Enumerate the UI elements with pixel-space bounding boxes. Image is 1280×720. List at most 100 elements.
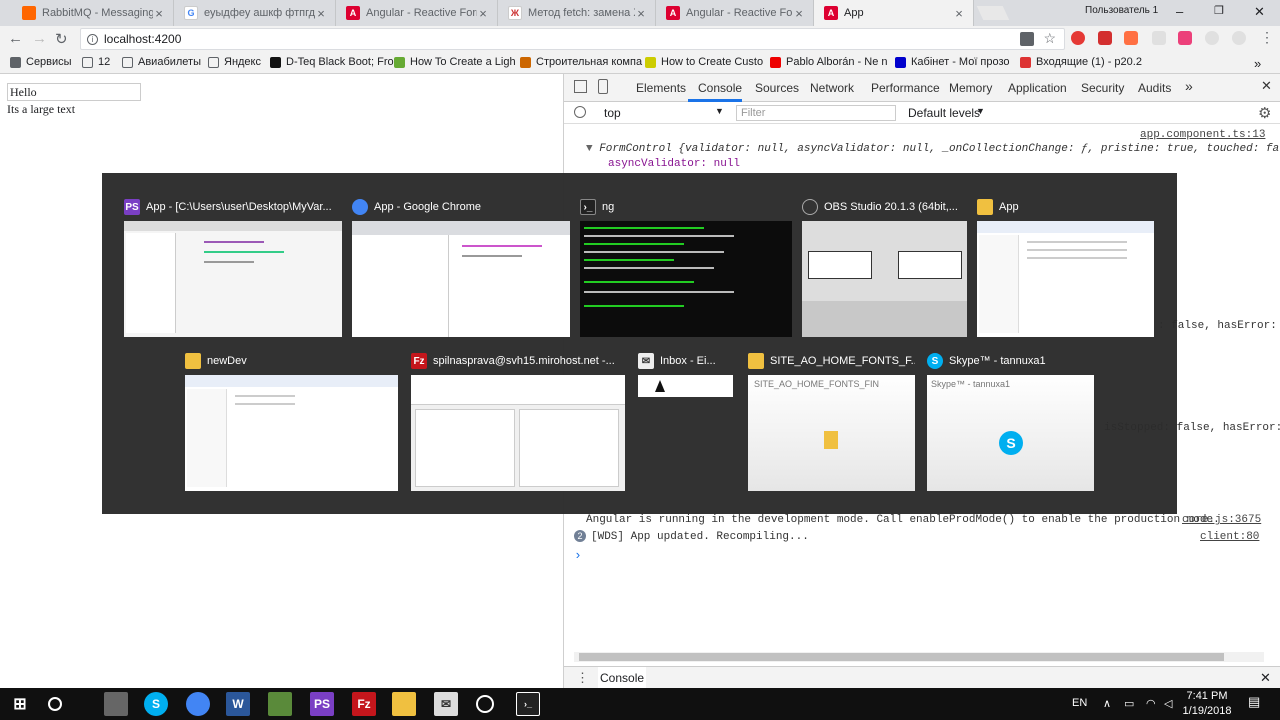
bookmark-item[interactable]: Сервисы [10,56,72,68]
tab-google-search[interactable]: G еуыдфеу ашкф фтпгдфк× [174,0,336,26]
tab-console[interactable]: Console [698,81,742,95]
windows-start-icon[interactable]: ⊞ [8,692,32,716]
profile-name[interactable]: Пользователь 1 [1085,5,1158,16]
bookmark-item[interactable]: Входящие (1) - p20.2 [1020,56,1142,68]
bookmark-item[interactable]: Строительная компа [520,56,642,68]
device-toggle-icon[interactable] [598,79,608,94]
console-prompt-icon[interactable]: › [574,548,582,563]
tab-application[interactable]: Application [1008,81,1067,95]
close-tab-icon[interactable]: × [153,6,165,21]
tab-angular-forms-1[interactable]: A Angular - Reactive Forms× [336,0,498,26]
battery-icon[interactable]: ▭ [1124,697,1134,710]
switcher-window-filezilla[interactable]: Fz spilnasprava@svh15.mirohost.net -... [411,351,625,491]
ext-icon[interactable] [1178,31,1192,45]
close-devtools-icon[interactable]: ✕ [1261,78,1272,94]
filezilla-taskbar-icon[interactable]: Fz [352,692,376,716]
obs-taskbar-icon[interactable] [476,695,494,713]
close-drawer-icon[interactable]: ✕ [1260,670,1271,686]
back-icon[interactable]: ← [8,30,23,47]
wifi-icon[interactable]: ◠ [1146,697,1156,710]
calculator-icon[interactable] [104,692,128,716]
tab-audits[interactable]: Audits [1138,81,1171,95]
reload-icon[interactable]: ↻ [55,30,68,48]
switcher-window-folder-newdev[interactable]: newDev [185,351,398,491]
translate-icon[interactable] [1020,32,1034,46]
switcher-window-chrome[interactable]: App - Google Chrome [352,197,570,337]
tab-fetch[interactable]: Ж Метод fetch: замена XM× [498,0,656,26]
phpstorm-taskbar-icon[interactable]: PS [310,692,334,716]
action-center-icon[interactable]: ▤ [1248,694,1260,710]
bookmark-item[interactable]: 12 [82,56,110,68]
ext-icon[interactable] [1124,31,1138,45]
bookmark-item[interactable]: How To Create a Ligh [394,56,516,68]
ext-icon[interactable] [1152,31,1166,45]
mail-taskbar-icon[interactable]: ✉ [434,692,458,716]
scrollbar-thumb[interactable] [579,653,1224,661]
tab-memory[interactable]: Memory [949,81,992,95]
tab-security[interactable]: Security [1081,81,1124,95]
clear-console-icon[interactable] [574,106,586,118]
bookmark-item[interactable]: D-Teq Black Boot; Fro [270,56,394,68]
close-tab-icon[interactable]: × [793,6,805,21]
system-clock[interactable]: 7:41 PM 1/19/2018 [1182,689,1232,719]
tab-app[interactable]: A App × [814,0,974,26]
menu-kebab-icon[interactable]: ⋮ [1260,29,1274,46]
opera-ext-icon[interactable] [1071,31,1085,45]
close-tab-icon[interactable]: × [477,6,489,21]
address-bar[interactable]: i localhost:4200 ☆ [80,28,1065,50]
forward-icon[interactable]: → [32,30,47,47]
ext-icon[interactable] [1232,31,1246,45]
log-entry-formcontrol[interactable]: ▼ FormControl {validator: null, asyncVal… [586,143,1280,155]
context-selector[interactable]: top [604,106,621,120]
ext-icon[interactable] [1205,31,1219,45]
bookmark-item[interactable]: Авиабилеты [122,56,201,68]
inspect-icon[interactable] [574,80,587,93]
switcher-window-phpstorm[interactable]: PS App - [C:\Users\user\Desktop\MyVar... [124,197,342,337]
switcher-window-inbox[interactable]: ✉ Inbox - Ei... [638,351,735,411]
youtube-ext-icon[interactable] [1098,31,1112,45]
terminal-taskbar-icon[interactable]: ›_ [516,692,540,716]
close-tab-icon[interactable]: × [635,6,647,21]
source-link[interactable]: client:80 [1200,531,1259,543]
bookmark-star-icon[interactable]: ☆ [1043,30,1056,47]
tab-sources[interactable]: Sources [755,81,799,95]
switcher-window-skype[interactable]: S Skype™ - tannuxa1 Skype™ - tannuxa1 S [927,351,1094,491]
skype-taskbar-icon[interactable]: S [144,692,168,716]
source-link[interactable]: core.js:3675 [1182,514,1261,526]
bookmark-item[interactable]: Яндекс [208,56,261,68]
maximize-icon[interactable]: ❐ [1214,4,1224,17]
switcher-window-folder-site[interactable]: SITE_AO_HOME_FONTS_F... SITE_AO_HOME_FON… [748,351,915,491]
minimize-icon[interactable]: – [1176,4,1183,19]
drawer-console-tab[interactable]: Console [598,667,647,688]
tray-chevron-icon[interactable]: ∧ [1103,697,1111,710]
source-link[interactable]: app.component.ts:13 [1140,129,1265,141]
close-tab-icon[interactable]: × [315,6,327,21]
tab-angular-forms-2[interactable]: A Angular - Reactive Forms× [656,0,814,26]
more-bookmarks-icon[interactable]: » [1254,56,1261,71]
close-window-icon[interactable]: ✕ [1254,4,1265,20]
volume-icon[interactable]: ◁ [1164,697,1172,710]
tab-rabbitmq[interactable]: RabbitMQ - Messaging t × [12,0,174,26]
switcher-window-obs[interactable]: OBS Studio 20.1.3 (64bit,... [802,197,967,337]
cortana-icon[interactable] [48,697,62,711]
tab-elements[interactable]: Elements [636,81,686,95]
horizontal-scrollbar[interactable] [574,652,1264,662]
log-levels-dropdown[interactable]: Default levels [908,106,980,120]
switcher-window-terminal[interactable]: ›_ ng [580,197,792,337]
bookmark-item[interactable]: How to Create Custo [645,56,763,68]
word-icon[interactable]: W [226,692,250,716]
file-explorer-icon[interactable] [392,692,416,716]
settings-gear-icon[interactable]: ⚙ [1258,104,1271,122]
bookmark-item[interactable]: Кабінет - Мої прозо [895,56,1010,68]
tab-network[interactable]: Network [810,81,854,95]
bookmark-item[interactable]: Pablo Alborán - Ne n [770,56,888,68]
console-filter-input[interactable]: Filter [736,105,896,121]
app-icon[interactable] [268,692,292,716]
switcher-window-folder-app[interactable]: App [977,197,1154,337]
drawer-menu-icon[interactable]: ⋮ [576,670,589,686]
input-language[interactable]: EN [1072,697,1087,709]
tab-performance[interactable]: Performance [871,81,940,95]
text-input[interactable]: Hello [7,83,141,101]
close-tab-icon[interactable]: × [953,6,965,21]
chrome-taskbar-icon[interactable] [186,692,210,716]
